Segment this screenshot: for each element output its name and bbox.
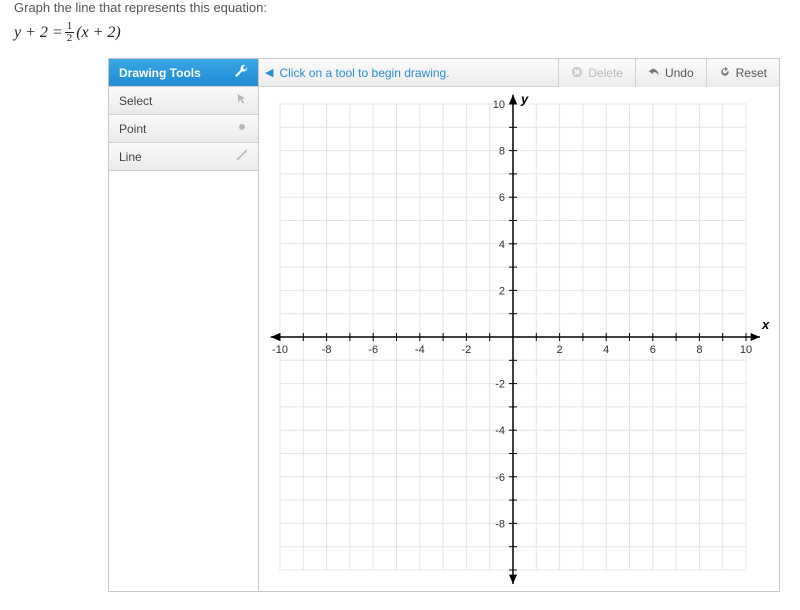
tool-point[interactable]: Point <box>109 115 258 143</box>
svg-text:8: 8 <box>696 344 702 356</box>
tool-label: Point <box>119 122 146 136</box>
reset-icon <box>719 66 731 81</box>
graph-canvas[interactable]: -10 -8 -6 -4 -2 2 4 6 8 10 -8 -6 -4 -2 2 4 6 8 10 x y <box>259 87 779 591</box>
equation: y + 2 = 1 2 (x + 2) <box>0 15 800 58</box>
svg-text:-4: -4 <box>415 344 425 356</box>
instruction-bar: ◀ Click on a tool to begin drawing. Dele… <box>259 59 779 87</box>
svg-text:x: x <box>761 317 770 332</box>
undo-icon <box>648 66 660 81</box>
svg-text:-6: -6 <box>368 344 378 356</box>
svg-text:y: y <box>520 91 529 106</box>
fraction-denominator: 2 <box>65 33 75 44</box>
coordinate-grid: -10 -8 -6 -4 -2 2 4 6 8 10 -8 -6 -4 -2 2 4 6 8 10 x y <box>259 87 779 591</box>
svg-text:10: 10 <box>493 99 505 111</box>
svg-text:2: 2 <box>499 285 505 297</box>
line-icon <box>236 149 248 164</box>
delete-button[interactable]: Delete <box>558 59 635 87</box>
tool-select[interactable]: Select <box>109 87 258 115</box>
svg-text:-6: -6 <box>495 472 505 484</box>
svg-text:4: 4 <box>499 239 505 251</box>
instruction-text: Click on a tool to begin drawing. <box>279 66 449 80</box>
action-bar: Delete Undo Reset <box>558 59 779 87</box>
reset-button[interactable]: Reset <box>706 59 779 87</box>
svg-text:6: 6 <box>499 192 505 204</box>
sidebar-title: Drawing Tools <box>119 66 201 80</box>
delete-icon <box>571 66 583 81</box>
collapse-icon[interactable]: ◀ <box>265 66 273 79</box>
svg-text:4: 4 <box>603 344 609 356</box>
equation-lhs: y + 2 = <box>14 24 63 42</box>
cursor-icon <box>236 93 248 108</box>
svg-text:-2: -2 <box>462 344 472 356</box>
undo-button[interactable]: Undo <box>635 59 706 87</box>
tool-line[interactable]: Line <box>109 143 258 171</box>
delete-label: Delete <box>588 66 623 80</box>
sidebar-header: Drawing Tools <box>109 59 258 87</box>
reset-label: Reset <box>736 66 767 80</box>
dot-icon <box>236 121 248 136</box>
question-text: Graph the line that represents this equa… <box>0 0 800 15</box>
fraction: 1 2 <box>65 21 75 44</box>
tool-label: Select <box>119 94 152 108</box>
svg-text:8: 8 <box>499 146 505 158</box>
svg-text:-4: -4 <box>495 425 505 437</box>
svg-text:6: 6 <box>650 344 656 356</box>
tool-label: Line <box>119 150 142 164</box>
main-area: ◀ Click on a tool to begin drawing. Dele… <box>259 59 779 591</box>
tool-sidebar: Drawing Tools Select Point Line <box>109 59 259 591</box>
wrench-icon <box>234 64 248 81</box>
undo-label: Undo <box>665 66 694 80</box>
equation-rhs: (x + 2) <box>76 24 121 42</box>
drawing-widget: Drawing Tools Select Point Line <box>108 58 780 592</box>
svg-text:-10: -10 <box>272 344 288 356</box>
svg-text:10: 10 <box>740 344 752 356</box>
svg-text:-2: -2 <box>495 379 505 391</box>
svg-text:-8: -8 <box>322 344 332 356</box>
svg-text:-8: -8 <box>495 518 505 530</box>
svg-text:2: 2 <box>557 344 563 356</box>
